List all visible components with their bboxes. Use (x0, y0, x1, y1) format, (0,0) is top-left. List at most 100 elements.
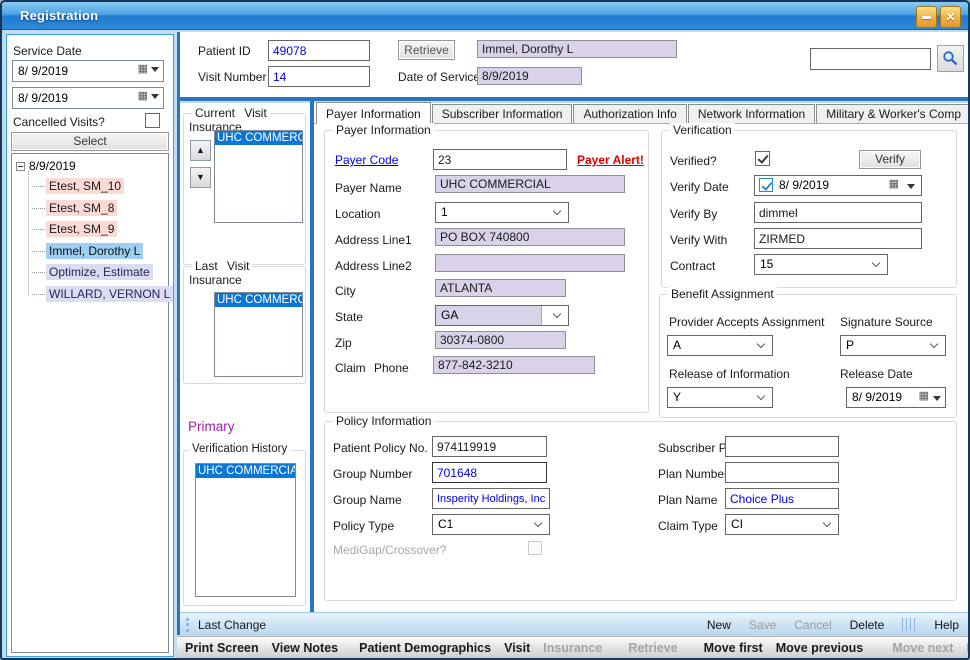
verify-date-picker[interactable]: 8/ 9/2019 ▦ (754, 175, 922, 196)
main-tab-area: Payer Information Subscriber Information… (314, 103, 969, 612)
tab-military-workers-comp[interactable]: Military & Worker's Comp (816, 104, 970, 123)
new-button[interactable]: New (707, 618, 731, 632)
subscriber-policy-input[interactable] (725, 436, 839, 457)
zip-label: Zip (335, 336, 352, 350)
verify-by-input[interactable] (754, 202, 922, 223)
release-info-select[interactable]: Y (667, 387, 773, 408)
signature-source-select[interactable]: P (840, 335, 946, 356)
verify-button[interactable]: Verify (859, 150, 921, 169)
cancelled-visits-checkbox[interactable] (145, 113, 160, 128)
release-date-value: 8/ 9/2019 (852, 390, 902, 404)
verification-history-label: Verification History (189, 443, 290, 455)
tree-item-label[interactable]: Immel, Dorothy L (46, 243, 143, 259)
verification-history-item[interactable]: UHC COMMERCIAL (196, 464, 295, 478)
provider-accepts-label: Provider Accepts Assignment (669, 315, 824, 329)
move-insurance-down-button[interactable]: ▼ (190, 167, 211, 188)
verification-group: Verification Verified? Verify Verify Dat… (661, 130, 957, 288)
chevron-down-icon (553, 310, 561, 318)
tree-item-label[interactable]: Etest, SM_9 (46, 221, 117, 237)
release-date-label: Release Date (840, 367, 913, 381)
payer-information-group: Payer Information Payer Code Payer Alert… (324, 130, 649, 413)
last-insurance-item[interactable]: UHC COMMERCIAL (215, 293, 302, 307)
service-date-from-picker[interactable]: 8/ 9/2019 ▦ (12, 60, 164, 82)
state-select[interactable]: GA (435, 305, 569, 326)
visit-button[interactable]: Visit (504, 641, 530, 655)
tree-item-label[interactable]: Optimize, Estimate (46, 264, 153, 280)
group-name-input[interactable] (432, 488, 550, 509)
minimize-button[interactable] (916, 6, 937, 28)
view-notes-button[interactable]: View Notes (272, 641, 338, 655)
delete-button[interactable]: Delete (850, 618, 885, 632)
tree-item[interactable]: WILLARD, VERNON L (32, 287, 173, 301)
payer-alert-link[interactable]: Payer Alert! (577, 153, 644, 167)
chevron-down-icon (872, 259, 880, 267)
tree-item[interactable]: Etest, SM_10 (32, 179, 124, 193)
address2-label: Address Line2 (335, 259, 412, 273)
visit-number-input[interactable] (268, 66, 370, 87)
patient-id-input[interactable] (268, 40, 370, 61)
move-first-button[interactable]: Move first (704, 641, 763, 655)
insurance-column: Current Visit Insurance ▲ ▼ UHC COMMERCI… (180, 103, 310, 612)
service-date-to-picker[interactable]: 8/ 9/2019 ▦ (12, 87, 164, 109)
policy-type-select[interactable]: C1 (432, 514, 550, 535)
verification-group-label: Verification (670, 123, 735, 137)
help-button[interactable]: Help (934, 618, 959, 632)
location-select[interactable]: 1 (435, 202, 569, 223)
print-screen-button[interactable]: Print Screen (185, 641, 259, 655)
move-previous-button[interactable]: Move previous (776, 641, 864, 655)
medigap-checkbox (528, 541, 542, 555)
search-button[interactable] (937, 45, 964, 72)
tree-item[interactable]: Etest, SM_8 (32, 201, 117, 215)
verify-with-label: Verify With (670, 233, 727, 247)
current-insurance-item[interactable]: UHC COMMERCIAL (215, 131, 302, 145)
verified-checkbox[interactable] (755, 151, 770, 166)
release-date-picker[interactable]: 8/ 9/2019 ▦ (846, 387, 946, 408)
chevron-down-icon (534, 519, 542, 527)
claim-type-select[interactable]: CI (725, 514, 839, 535)
tree-item-label[interactable]: Etest, SM_8 (46, 200, 117, 216)
patient-demographics-button[interactable]: Patient Demographics (359, 641, 491, 655)
tree-item-label[interactable]: Etest, SM_10 (46, 178, 124, 194)
move-insurance-up-button[interactable]: ▲ (190, 140, 211, 161)
verify-date-checkbox[interactable] (759, 178, 773, 192)
patient-name-field: Immel, Dorothy L (477, 40, 677, 58)
contract-label: Contract (670, 259, 715, 273)
policy-type-value: C1 (438, 517, 453, 531)
title-bar: Registration ✕ (2, 2, 968, 30)
contract-select[interactable]: 15 (754, 254, 888, 275)
policy-information-group: Policy Information Patient Policy No. Gr… (324, 421, 957, 601)
tab-network-information[interactable]: Network Information (688, 104, 815, 123)
plan-name-input[interactable] (725, 488, 839, 509)
retrieve-button[interactable]: Retrieve (398, 40, 455, 60)
payer-name-field: UHC COMMERCIAL (435, 175, 625, 193)
tab-authorization-info[interactable]: Authorization Info (573, 104, 686, 123)
provider-accepts-select[interactable]: A (667, 335, 773, 356)
tree-item[interactable]: Optimize, Estimate (32, 265, 153, 279)
plan-number-input[interactable] (725, 462, 839, 483)
move-last-button: Move last (966, 641, 970, 655)
select-button[interactable]: Select (11, 132, 169, 151)
tree-root-label[interactable]: 8/9/2019 (29, 159, 76, 173)
payer-code-link[interactable]: Payer Code (335, 153, 398, 167)
city-field: ATLANTA (435, 279, 566, 297)
drag-grip-icon[interactable] (186, 618, 189, 632)
group-number-input[interactable] (432, 462, 547, 483)
horizontal-divider-top (177, 97, 969, 101)
verify-with-input[interactable] (754, 228, 922, 249)
tree-root-row: 8/9/2019 (16, 159, 76, 173)
chevron-down-icon (930, 340, 938, 348)
tab-subscriber-information[interactable]: Subscriber Information (432, 104, 573, 123)
tree-item-label[interactable]: WILLARD, VERNON L (46, 286, 173, 302)
release-info-value: Y (673, 390, 681, 404)
close-button[interactable]: ✕ (940, 6, 961, 28)
tree-item[interactable]: Etest, SM_9 (32, 222, 117, 236)
group-number-label: Group Number (333, 467, 412, 481)
close-icon: ✕ (945, 10, 955, 24)
primary-label: Primary (188, 419, 235, 434)
search-input[interactable] (810, 48, 931, 70)
patient-policy-input[interactable] (432, 436, 547, 457)
payer-code-input[interactable] (433, 149, 567, 170)
tree-item-selected[interactable]: Immel, Dorothy L (32, 244, 143, 258)
tab-payer-information[interactable]: Payer Information (316, 102, 431, 124)
tree-collapse-icon[interactable] (16, 162, 25, 171)
